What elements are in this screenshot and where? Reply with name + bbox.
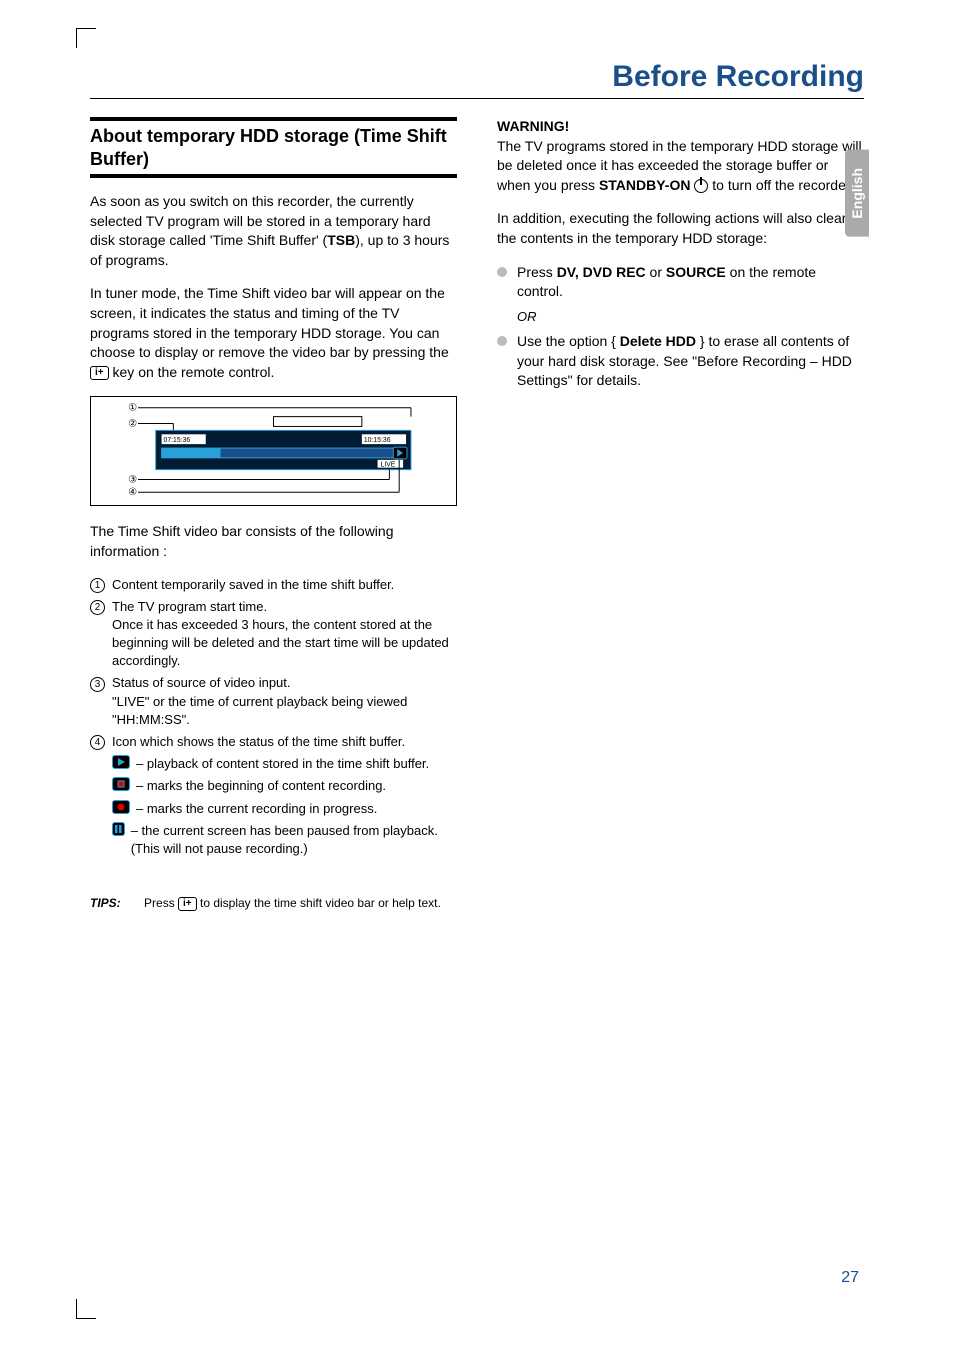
legend-icon-play: – playback of content stored in the time… <box>90 755 457 773</box>
warning-para-2: In addition, executing the following act… <box>497 209 864 248</box>
bullet-2: Use the option { Delete HDD } to erase a… <box>497 332 864 391</box>
legend-text: The TV program start time. Once it has e… <box>112 598 457 671</box>
page: English Before Recording About temporary… <box>0 0 954 1347</box>
text: key on the remote control. <box>109 364 275 380</box>
bullet-text: Press DV, DVD REC or SOURCE on the remot… <box>517 263 864 302</box>
power-icon <box>694 179 708 193</box>
legend-icon-pause: – the current screen has been paused fro… <box>90 822 457 858</box>
legend-list: 1Content temporarily saved in the time s… <box>90 576 457 859</box>
right-column: WARNING! The TV programs stored in the t… <box>497 117 864 872</box>
legend-text: Content temporarily saved in the time sh… <box>112 576 394 594</box>
videobar-diagram: ① ② 07:15:36 10:15:36 LIVE <box>90 396 457 506</box>
or-separator: OR <box>517 308 864 326</box>
page-header: Before Recording <box>90 60 864 99</box>
bullet-text: Use the option { Delete HDD } to erase a… <box>517 332 864 391</box>
text: to turn off the recorder. <box>708 177 853 193</box>
content-columns: About temporary HDD storage (Time Shift … <box>90 117 864 872</box>
crop-mark-bottom <box>76 1299 96 1319</box>
standby-on-label: STANDBY-ON <box>599 177 691 193</box>
legend-text: – the current screen has been paused fro… <box>131 822 457 858</box>
tsb-abbr: TSB <box>327 232 355 248</box>
section-title-box: About temporary HDD storage (Time Shift … <box>90 117 457 178</box>
legend-1: 1Content temporarily saved in the time s… <box>90 576 457 594</box>
paragraph-1: As soon as you switch on this recorder, … <box>90 192 457 270</box>
legend-text: Status of source of video input. "LIVE" … <box>112 674 457 729</box>
crop-mark-top <box>76 28 96 48</box>
legend-text: Icon which shows the status of the time … <box>112 733 405 751</box>
tips-footer: TIPS: Press i+ to display the time shift… <box>90 896 864 911</box>
legend-text: – marks the current recording in progres… <box>136 800 377 818</box>
legend-icon-rec-now: – marks the current recording in progres… <box>90 800 457 818</box>
paragraph-3: The Time Shift video bar consists of the… <box>90 522 457 561</box>
legend-4: 4Icon which shows the status of the time… <box>90 733 457 751</box>
svg-text:10:15:36: 10:15:36 <box>364 438 391 445</box>
paragraph-2: In tuner mode, the Time Shift video bar … <box>90 284 457 382</box>
info-key-icon: i+ <box>90 366 109 380</box>
warning-title: WARNING! <box>497 117 864 137</box>
svg-text:②: ② <box>128 419 137 430</box>
page-title: Before Recording <box>90 60 864 94</box>
legend-icon-rec-start: – marks the beginning of content recordi… <box>90 777 457 795</box>
play-icon <box>112 755 130 769</box>
videobar-svg: ① ② 07:15:36 10:15:36 LIVE <box>91 397 456 505</box>
legend-text: – playback of content stored in the time… <box>136 755 429 773</box>
pause-icon <box>112 822 125 836</box>
warning-para-1: The TV programs stored in the temporary … <box>497 137 864 196</box>
svg-text:①: ① <box>128 403 137 414</box>
tips-text: Press <box>144 896 178 910</box>
left-column: About temporary HDD storage (Time Shift … <box>90 117 457 872</box>
section-title: About temporary HDD storage (Time Shift … <box>90 125 457 170</box>
record-now-icon <box>112 800 130 814</box>
legend-text: – marks the beginning of content recordi… <box>136 777 386 795</box>
page-number: 27 <box>841 1269 859 1287</box>
tips-label: TIPS: <box>90 896 121 910</box>
legend-3: 3Status of source of video input. "LIVE"… <box>90 674 457 729</box>
bullet-dot-icon <box>497 267 507 277</box>
record-start-icon <box>112 777 130 791</box>
info-key-icon: i+ <box>178 897 197 911</box>
language-tab: English <box>845 150 869 237</box>
svg-text:LIVE: LIVE <box>381 462 396 469</box>
svg-text:07:15:36: 07:15:36 <box>164 438 191 445</box>
legend-2: 2The TV program start time. Once it has … <box>90 598 457 671</box>
bullet-1: Press DV, DVD REC or SOURCE on the remot… <box>497 263 864 302</box>
bullet-dot-icon <box>497 336 507 346</box>
svg-text:③: ③ <box>128 475 137 486</box>
text: In tuner mode, the Time Shift video bar … <box>90 285 449 360</box>
svg-text:④: ④ <box>128 488 137 499</box>
tips-text: to display the time shift video bar or h… <box>197 896 441 910</box>
